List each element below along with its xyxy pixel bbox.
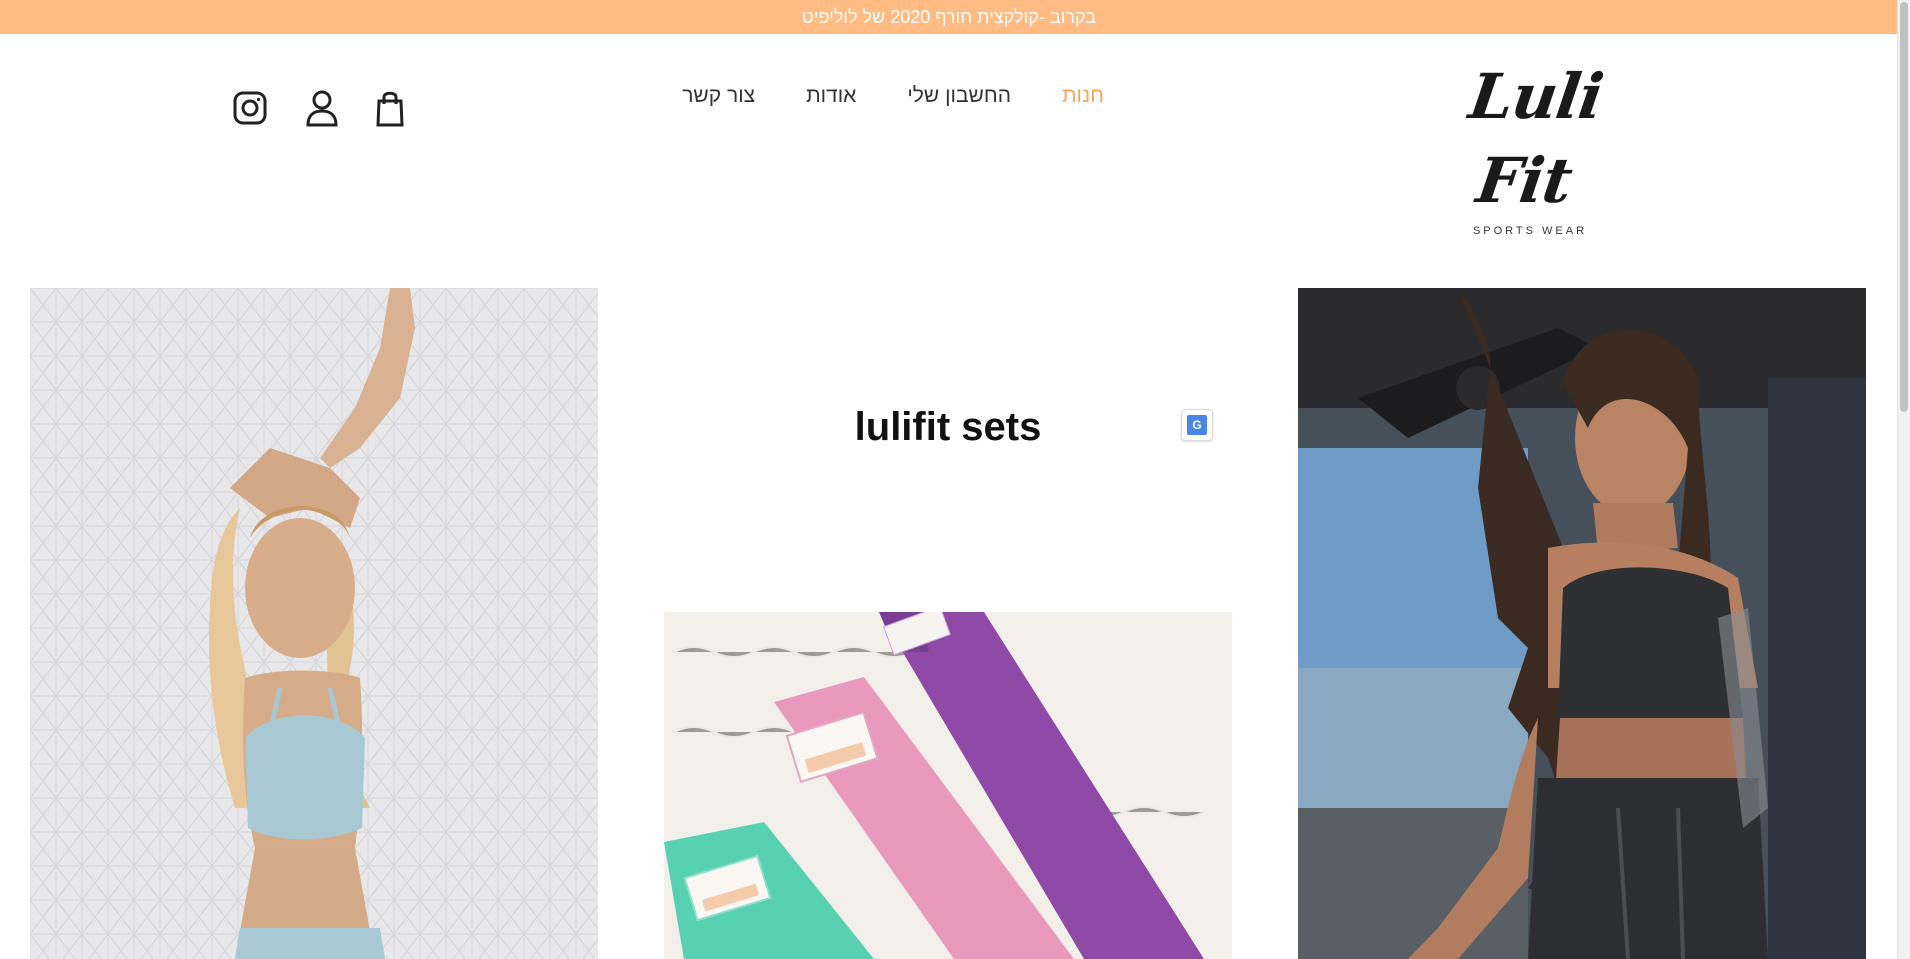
main-nav: חנות החשבון שלי אודות צור קשר [682, 80, 1104, 112]
nav-item-contact[interactable]: צור קשר [682, 84, 755, 108]
instagram-icon[interactable] [232, 88, 268, 128]
nav-item-shop[interactable]: חנות [1062, 84, 1104, 108]
page-title: lulifit sets [854, 405, 1042, 449]
scrollbar-thumb[interactable] [1900, 2, 1908, 412]
announcement-bar: בקרוב -קולקצית חורף 2020 של לוליפיט [0, 0, 1898, 34]
google-translate-icon: G [1187, 415, 1207, 435]
shopping-bag-icon[interactable] [372, 88, 408, 128]
site-logo[interactable]: Luli Fit SPORTS WEAR [1430, 55, 1630, 237]
announcement-text: בקרוב -קולקצית חורף 2020 של לוליפיט [802, 6, 1096, 27]
header-icons [232, 86, 408, 130]
nav-item-my-account[interactable]: החשבון שלי [907, 84, 1011, 108]
product-photo-center[interactable] [664, 612, 1232, 959]
nav-item-about[interactable]: אודות [806, 84, 856, 108]
google-translate-button[interactable]: G [1181, 409, 1213, 441]
user-account-icon[interactable] [304, 88, 340, 128]
page-scrollbar[interactable] [1897, 0, 1910, 959]
logo-tagline: SPORTS WEAR [1472, 225, 1588, 237]
logo-script: Luli Fit [1464, 60, 1607, 217]
product-photo-left[interactable] [30, 288, 598, 959]
product-photo-right[interactable] [1298, 288, 1866, 959]
